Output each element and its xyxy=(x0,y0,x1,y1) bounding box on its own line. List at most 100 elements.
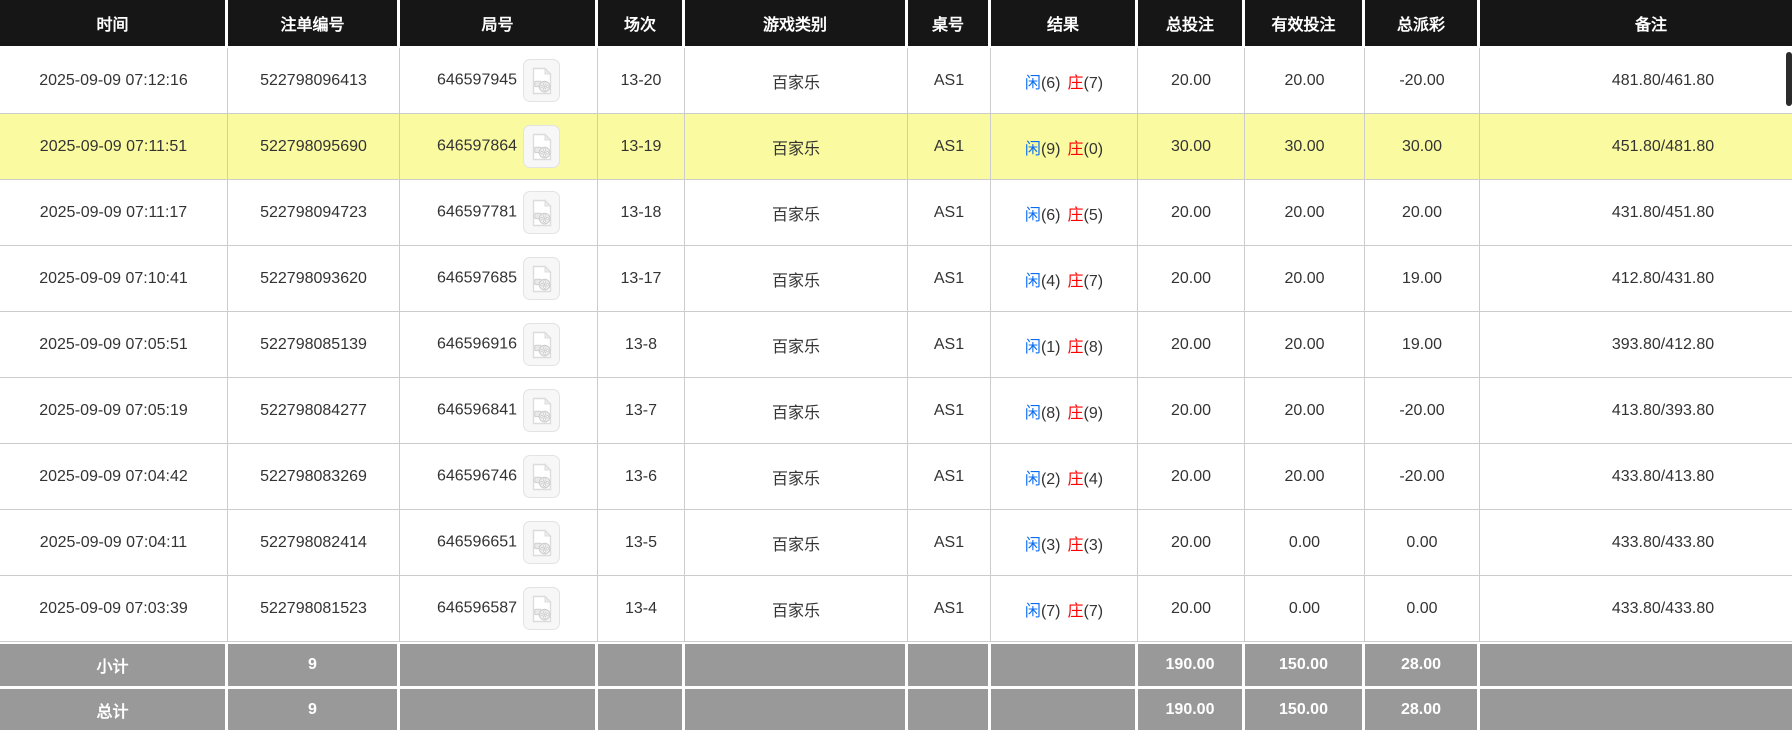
table-row[interactable]: 2025-09-09 07:05:51 522798085139 6465969… xyxy=(0,312,1792,378)
banker-label: 庄 xyxy=(1067,206,1084,224)
grandtotal-payout: 28.00 xyxy=(1365,686,1480,730)
banker-score: (3) xyxy=(1083,536,1104,554)
player-label: 闲 xyxy=(1024,536,1041,554)
subtotal-row: 小计 9 190.00 150.00 28.00 xyxy=(0,642,1792,686)
grandtotal-row: 总计 9 190.00 150.00 28.00 xyxy=(0,686,1792,730)
grandtotal-empty-cell xyxy=(908,686,991,730)
time-cell: 2025-09-09 07:03:39 xyxy=(0,576,228,642)
player-label: 闲 xyxy=(1024,602,1041,620)
round-number: 646596916 xyxy=(436,335,518,353)
table-row[interactable]: 2025-09-09 07:11:17 522798094723 6465977… xyxy=(0,180,1792,246)
table-row[interactable]: 2025-09-09 07:10:41 522798093620 6465976… xyxy=(0,246,1792,312)
round-number-cell: 646597781 xyxy=(400,180,598,246)
remark-cell: 433.80/433.80 xyxy=(1480,510,1792,576)
banker-score: (7) xyxy=(1083,272,1104,290)
total-bet-cell: 20.00 xyxy=(1138,378,1245,444)
banker-score: (5) xyxy=(1083,206,1104,224)
player-score: (6) xyxy=(1040,74,1061,92)
player-label: 闲 xyxy=(1024,74,1041,92)
grandtotal-empty-cell xyxy=(598,686,685,730)
round-number-cell: 646596587 xyxy=(400,576,598,642)
subtotal-empty-cell xyxy=(400,642,598,686)
round-number: 646596587 xyxy=(436,599,518,617)
bet-records-table: 时间 注单编号 局号 场次 游戏类别 桌号 结果 总投注 有效投注 总派彩 备注… xyxy=(0,0,1792,730)
session-cell: 13-4 xyxy=(598,576,685,642)
round-number-cell: 646597685 xyxy=(400,246,598,312)
bet-number-cell: 522798085139 xyxy=(228,312,400,378)
video-replay-icon[interactable] xyxy=(523,389,561,432)
banker-label: 庄 xyxy=(1067,602,1084,620)
valid-bet-cell: 20.00 xyxy=(1245,444,1365,510)
column-header-table-number: 桌号 xyxy=(908,0,991,48)
game-type-cell: 百家乐 xyxy=(685,246,908,312)
grandtotal-empty-cell xyxy=(991,686,1138,730)
round-number: 646597685 xyxy=(436,269,518,287)
table-row[interactable]: 2025-09-09 07:12:16 522798096413 6465979… xyxy=(0,48,1792,114)
time-cell: 2025-09-09 07:12:16 xyxy=(0,48,228,114)
video-replay-icon[interactable] xyxy=(523,455,561,498)
video-replay-icon[interactable] xyxy=(523,59,561,102)
player-score: (7) xyxy=(1040,602,1061,620)
payout-cell: 0.00 xyxy=(1365,576,1480,642)
banker-label: 庄 xyxy=(1067,536,1084,554)
video-replay-icon[interactable] xyxy=(523,521,561,564)
table-row-highlighted[interactable]: 2025-09-09 07:11:51 522798095690 6465978… xyxy=(0,114,1792,180)
table-number-cell: AS1 xyxy=(908,312,991,378)
grandtotal-total-bet: 190.00 xyxy=(1138,686,1245,730)
scrollbar-thumb[interactable] xyxy=(1786,52,1792,106)
game-type-cell: 百家乐 xyxy=(685,180,908,246)
table-header: 时间 注单编号 局号 场次 游戏类别 桌号 结果 总投注 有效投注 总派彩 备注 xyxy=(0,0,1792,48)
session-cell: 13-20 xyxy=(598,48,685,114)
grandtotal-empty-cell xyxy=(685,686,908,730)
player-label: 闲 xyxy=(1024,338,1041,356)
valid-bet-cell: 0.00 xyxy=(1245,510,1365,576)
table-row[interactable]: 2025-09-09 07:04:42 522798083269 6465967… xyxy=(0,444,1792,510)
video-replay-icon[interactable] xyxy=(523,125,561,168)
remark-cell: 433.80/413.80 xyxy=(1480,444,1792,510)
round-number: 646596746 xyxy=(436,467,518,485)
round-number-cell: 646597945 xyxy=(400,48,598,114)
video-replay-icon[interactable] xyxy=(523,323,561,366)
video-replay-icon[interactable] xyxy=(523,587,561,630)
player-score: (1) xyxy=(1040,338,1061,356)
player-score: (4) xyxy=(1040,272,1061,290)
subtotal-valid-bet: 150.00 xyxy=(1245,642,1365,686)
round-number: 646596651 xyxy=(436,533,518,551)
grandtotal-count: 9 xyxy=(228,686,400,730)
video-replay-icon[interactable] xyxy=(523,191,561,234)
subtotal-empty-cell xyxy=(991,642,1138,686)
round-number-cell: 646596916 xyxy=(400,312,598,378)
subtotal-count: 9 xyxy=(228,642,400,686)
total-bet-cell: 20.00 xyxy=(1138,246,1245,312)
round-number: 646597945 xyxy=(436,71,518,89)
valid-bet-cell: 20.00 xyxy=(1245,312,1365,378)
remark-cell: 393.80/412.80 xyxy=(1480,312,1792,378)
player-score: (2) xyxy=(1040,470,1061,488)
remark-cell: 413.80/393.80 xyxy=(1480,378,1792,444)
table-row[interactable]: 2025-09-09 07:03:39 522798081523 6465965… xyxy=(0,576,1792,642)
player-score: (6) xyxy=(1040,206,1061,224)
time-cell: 2025-09-09 07:04:11 xyxy=(0,510,228,576)
video-replay-icon[interactable] xyxy=(523,257,561,300)
round-number-cell: 646597864 xyxy=(400,114,598,180)
table-row[interactable]: 2025-09-09 07:04:11 522798082414 6465966… xyxy=(0,510,1792,576)
result-cell: 闲(1) 庄(8) xyxy=(991,312,1138,378)
subtotal-empty-cell xyxy=(598,642,685,686)
subtotal-payout: 28.00 xyxy=(1365,642,1480,686)
bet-number-cell: 522798082414 xyxy=(228,510,400,576)
result-cell: 闲(7) 庄(7) xyxy=(991,576,1138,642)
banker-label: 庄 xyxy=(1067,404,1084,422)
bet-number-cell: 522798096413 xyxy=(228,48,400,114)
player-label: 闲 xyxy=(1024,272,1041,290)
column-header-remark: 备注 xyxy=(1480,0,1792,48)
subtotal-empty-cell xyxy=(685,642,908,686)
table-number-cell: AS1 xyxy=(908,576,991,642)
round-number: 646596841 xyxy=(436,401,518,419)
remark-cell: 433.80/433.80 xyxy=(1480,576,1792,642)
player-label: 闲 xyxy=(1024,206,1041,224)
total-bet-cell: 20.00 xyxy=(1138,180,1245,246)
column-header-total-payout: 总派彩 xyxy=(1365,0,1480,48)
grandtotal-valid-bet: 150.00 xyxy=(1245,686,1365,730)
banker-label: 庄 xyxy=(1067,74,1084,92)
table-row[interactable]: 2025-09-09 07:05:19 522798084277 6465968… xyxy=(0,378,1792,444)
